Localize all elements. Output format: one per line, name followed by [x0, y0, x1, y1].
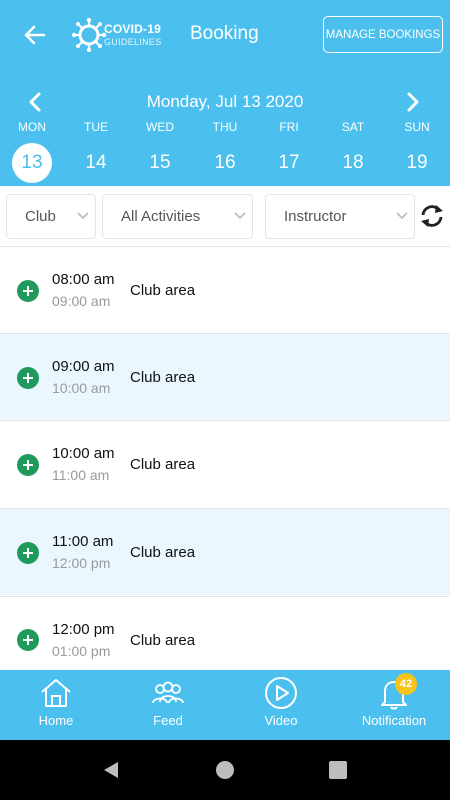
club-dropdown[interactable]: Club	[6, 194, 96, 239]
session-row[interactable]: 12:00 pm 01:00 pm Club area	[0, 596, 450, 670]
day-name: TUE	[84, 120, 108, 134]
notification-count-badge: 42	[395, 673, 417, 695]
day-number: 18	[342, 152, 364, 173]
tab-label: Home	[38, 713, 74, 728]
day-sun[interactable]: SUN 19	[395, 120, 439, 183]
add-booking-icon[interactable]	[17, 280, 39, 302]
session-row[interactable]: 08:00 am 09:00 am Club area	[0, 246, 450, 333]
chevron-down-icon	[77, 212, 89, 220]
page-title: Booking	[190, 23, 259, 44]
day-number: 13	[12, 143, 52, 183]
day-name: MON	[18, 120, 46, 134]
tab-notification[interactable]: Notification	[338, 670, 450, 740]
session-end-time: 12:00 pm	[52, 555, 111, 571]
instructor-dropdown-label: Instructor	[284, 208, 347, 225]
play-icon	[265, 677, 297, 709]
session-area: Club area	[130, 544, 196, 561]
tab-feed[interactable]: Feed	[112, 670, 224, 740]
tab-video[interactable]: Video	[225, 670, 337, 740]
selected-date-label: Monday, Jul 13 2020	[146, 92, 304, 111]
refresh-icon[interactable]	[418, 202, 446, 230]
system-home-icon[interactable]	[215, 760, 235, 780]
session-start-time: 12:00 pm	[52, 621, 115, 638]
day-number: 16	[214, 152, 236, 173]
home-icon	[41, 679, 71, 707]
club-dropdown-label: Club	[25, 208, 56, 225]
system-back-icon[interactable]	[101, 760, 121, 780]
day-sat[interactable]: SAT 18	[331, 120, 375, 183]
add-booking-icon[interactable]	[17, 454, 39, 476]
back-arrow-icon[interactable]	[20, 20, 50, 50]
day-name: SAT	[341, 120, 365, 134]
manage-bookings-button[interactable]: MANAGE BOOKINGS	[323, 16, 443, 53]
session-row[interactable]: 09:00 am 10:00 am Club area	[0, 333, 450, 420]
activities-dropdown[interactable]: All Activities	[102, 194, 253, 239]
logo-title: COVID-19	[104, 22, 161, 36]
day-mon[interactable]: MON 13	[10, 120, 54, 183]
session-start-time: 09:00 am	[52, 358, 115, 375]
activities-dropdown-label: All Activities	[121, 208, 201, 225]
day-name: FRI	[279, 120, 299, 134]
session-end-time: 10:00 am	[52, 380, 111, 396]
chevron-down-icon	[396, 212, 408, 220]
session-start-time: 11:00 am	[52, 533, 114, 550]
add-booking-icon[interactable]	[17, 367, 39, 389]
day-number: 17	[278, 152, 300, 173]
session-end-time: 09:00 am	[52, 293, 111, 309]
day-thu[interactable]: THU 16	[203, 120, 247, 183]
day-name: WED	[146, 120, 174, 134]
tab-label: Video	[264, 713, 298, 728]
session-start-time: 08:00 am	[52, 271, 115, 288]
people-icon	[152, 681, 184, 704]
day-fri[interactable]: FRI 17	[267, 120, 311, 183]
tab-label: Feed	[153, 713, 183, 728]
session-area: Club area	[130, 456, 196, 473]
chevron-down-icon	[234, 212, 246, 220]
day-name: THU	[212, 120, 238, 134]
session-end-time: 11:00 am	[52, 467, 110, 483]
virus-icon	[72, 18, 106, 52]
tab-label: Notification	[361, 713, 427, 728]
add-booking-icon[interactable]	[17, 542, 39, 564]
session-area: Club area	[130, 632, 196, 649]
session-row[interactable]: 11:00 am 12:00 pm Club area	[0, 508, 450, 595]
filter-bar: Club All Activities Instructor	[0, 186, 450, 248]
system-navigation-bar	[0, 740, 450, 800]
day-number: 19	[406, 152, 428, 173]
tab-home[interactable]: Home	[0, 670, 112, 740]
add-booking-icon[interactable]	[17, 629, 39, 651]
logo-subtitle: GUIDELINES	[104, 37, 162, 47]
bottom-tab-bar: Home Feed Video Notification	[0, 670, 450, 740]
week-calendar: Monday, Jul 13 2020 MON 13 TUE 14 WED 15…	[0, 70, 450, 186]
day-number: 15	[149, 152, 171, 173]
covid-guidelines-logo: COVID-19 GUIDELINES	[72, 18, 162, 52]
session-area: Club area	[130, 282, 196, 299]
session-end-time: 01:00 pm	[52, 643, 111, 659]
day-number: 14	[85, 152, 107, 173]
day-wed[interactable]: WED 15	[138, 120, 182, 183]
app-header: COVID-19 GUIDELINES Booking MANAGE BOOKI…	[0, 0, 450, 70]
system-recents-icon[interactable]	[328, 760, 348, 780]
instructor-dropdown[interactable]: Instructor	[265, 194, 415, 239]
day-name: SUN	[404, 120, 430, 134]
session-start-time: 10:00 am	[52, 445, 115, 462]
day-tue[interactable]: TUE 14	[74, 120, 118, 183]
session-row[interactable]: 10:00 am 11:00 am Club area	[0, 420, 450, 507]
next-week-icon[interactable]	[400, 90, 424, 114]
session-area: Club area	[130, 369, 196, 386]
